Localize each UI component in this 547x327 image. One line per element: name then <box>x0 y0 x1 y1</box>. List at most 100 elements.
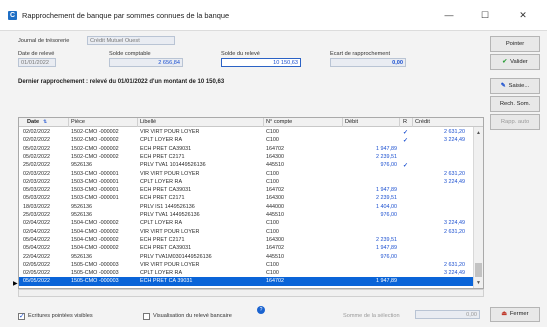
table-row[interactable]: 05/02/2022 1502-CMO -000002 ECH PRET C2171… <box>19 153 474 161</box>
rapp-auto-button[interactable]: Rapp. auto <box>490 114 540 130</box>
table-row[interactable]: 02/05/2022 1505-CMO -000003 VIR VIRT POUR … <box>19 261 474 269</box>
table-row[interactable]: 25/02/2022 9526136 PRLV TVA1 101449526136 4… <box>19 161 474 169</box>
valider-button[interactable]: ✔ Valider <box>490 54 540 70</box>
app-icon: C <box>8 11 17 20</box>
table-row[interactable]: 02/02/2022 1502-CMO -000002 VIR VIRT POUR … <box>19 128 474 136</box>
cell-date: 22/04/2022 <box>23 253 50 260</box>
cell-compte: 444000 <box>266 203 284 210</box>
grid-scrollbar[interactable]: ▲ ▼ <box>473 127 483 288</box>
cell-debit: 1 947,89 <box>376 278 397 285</box>
cell-libelle: ECH PRET CA39031 <box>140 245 192 252</box>
solde-releve-field[interactable]: 10 150,63 <box>221 58 301 67</box>
date-releve-label: Date de relevé <box>18 51 55 57</box>
cell-piece: 1503-CMO -000001 <box>71 170 119 177</box>
minimize-button[interactable]: — <box>436 8 462 22</box>
table-row[interactable]: 05/04/2022 1504-CMO -000002 ECH PRET C2171… <box>19 236 474 244</box>
transactions-grid[interactable]: Date ⇅ Pièce Libellé N° compte Débit R C… <box>18 117 484 289</box>
fermer-button[interactable]: ⏏ Fermer <box>490 307 540 322</box>
cell-piece: 9526136 <box>71 212 92 218</box>
col-credit[interactable]: Crédit <box>415 119 430 125</box>
scroll-down-icon[interactable]: ▼ <box>476 280 481 286</box>
table-row[interactable]: 02/05/2022 1505-CMO -000003 CPLT LOYER RA C… <box>19 269 474 277</box>
cell-compte: 164702 <box>266 245 284 252</box>
table-row[interactable]: 02/02/2022 1502-CMO -000002 CPLT LOYER RA C… <box>19 136 474 144</box>
table-row[interactable]: 22/04/2022 9526136 PRLV TVA1M0301449526136… <box>19 253 474 261</box>
cell-debit: 2 239,51 <box>376 236 397 243</box>
journal-label: Journal de trésorerie <box>18 38 70 44</box>
table-row[interactable]: 02/03/2022 1503-CMO -000001 VIR VIRT POUR … <box>19 170 474 178</box>
cell-compte: 164702 <box>266 278 284 285</box>
grid-hscrollbar[interactable] <box>18 289 484 297</box>
cell-r: ✓ <box>403 130 409 136</box>
cell-piece: 9526136 <box>71 203 92 210</box>
cell-compte: 164300 <box>266 195 284 202</box>
cell-piece: 1504-CMO -000002 <box>71 220 119 227</box>
cell-debit: 976,00 <box>380 253 398 260</box>
table-row[interactable]: 05/05/2022 1505-CMO -000003 ECH PRET CA 39… <box>19 277 474 286</box>
cell-piece: 9526136 <box>71 162 92 169</box>
cell-date: 25/03/2022 <box>23 212 50 218</box>
cell-libelle: PRLV TVA1 1449526136 <box>140 212 200 218</box>
cell-date: 05/03/2022 <box>23 195 50 202</box>
cell-credit: 3 224,49 <box>444 270 465 277</box>
scroll-thumb[interactable] <box>475 263 482 277</box>
cell-compte: C100 <box>266 220 279 227</box>
pen-icon: ✎ <box>500 83 506 89</box>
cell-piece: 1503-CMO -000001 <box>71 195 119 202</box>
cell-date: 02/05/2022 <box>23 261 50 268</box>
cell-debit: 2 239,51 <box>376 153 397 160</box>
table-row[interactable]: 02/04/2022 1504-CMO -000002 VIR VIRT POUR … <box>19 228 474 236</box>
scroll-up-icon[interactable]: ▲ <box>476 130 481 136</box>
date-releve-field[interactable]: 01/01/2022 <box>18 58 56 67</box>
table-row[interactable]: 18/03/2022 9526136 PRLV IS1 1449526136 4440… <box>19 203 474 211</box>
cell-libelle: PRLV IS1 1449526136 <box>140 203 195 210</box>
solde-comptable-label: Solde comptable <box>109 51 151 57</box>
cell-libelle: ECH PRET CA39031 <box>140 187 192 194</box>
info-icon[interactable]: ? <box>257 306 265 314</box>
table-row[interactable]: 05/03/2022 1503-CMO -000001 ECH PRET C2171… <box>19 194 474 202</box>
table-row[interactable]: 05/03/2022 1503-CMO -000001 ECH PRET CA390… <box>19 186 474 194</box>
col-r[interactable]: R <box>403 119 407 125</box>
table-row[interactable]: 25/03/2022 9526136 PRLV TVA1 1449526136 445… <box>19 211 474 219</box>
cell-credit: 3 224,49 <box>444 178 465 185</box>
saisie-button[interactable]: ✎ Saisie... <box>490 78 540 94</box>
cell-debit: 976,00 <box>380 162 398 169</box>
somme-selection-label: Somme de la sélection <box>343 313 400 319</box>
col-date[interactable]: Date <box>27 119 39 125</box>
col-debit[interactable]: Débit <box>345 119 358 125</box>
visualisation-checkbox[interactable] <box>143 313 150 320</box>
cell-piece: 1505-CMO -000003 <box>71 270 119 277</box>
rech-som-button[interactable]: Rech. Som. <box>490 96 540 112</box>
col-libelle[interactable]: Libellé <box>140 119 156 125</box>
col-piece[interactable]: Pièce <box>71 119 85 125</box>
table-row[interactable]: 02/04/2022 1504-CMO -000002 CPLT LOYER RA C… <box>19 219 474 227</box>
cell-compte: 164702 <box>266 187 284 194</box>
maximize-button[interactable]: ☐ <box>472 8 498 22</box>
cell-piece: 1503-CMO -000001 <box>71 178 119 185</box>
cell-libelle: ECH PRET CA39031 <box>140 145 192 152</box>
table-row[interactable]: 02/03/2022 1503-CMO -000001 CPLT LOYER RA C… <box>19 178 474 186</box>
cell-date: 02/03/2022 <box>23 170 50 177</box>
col-compte[interactable]: N° compte <box>266 119 292 125</box>
cell-compte: 445510 <box>266 212 284 218</box>
cell-piece: 1502-CMO -000002 <box>71 129 119 135</box>
solde-comptable-field: 2 656,84 <box>109 58 183 67</box>
table-row[interactable]: 05/04/2022 1504-CMO -000002 ECH PRET CA390… <box>19 244 474 252</box>
cell-compte: C100 <box>266 261 279 268</box>
journal-field[interactable]: Crédit Mutuel Ouest <box>87 36 175 45</box>
cell-date: 05/04/2022 <box>23 245 50 252</box>
cell-date: 02/02/2022 <box>23 137 50 144</box>
close-button[interactable]: ✕ <box>510 8 536 22</box>
sort-icon: ⇅ <box>43 119 48 125</box>
ecritures-checkbox[interactable] <box>18 312 25 320</box>
cell-credit: 2 631,20 <box>444 129 465 135</box>
somme-selection-field: 0,00 <box>415 310 480 319</box>
table-row[interactable]: 05/02/2022 1502-CMO -000002 ECH PRET CA390… <box>19 145 474 153</box>
solde-releve-label: Solde du relevé <box>221 51 260 57</box>
cell-libelle: ECH PRET CA 39031 <box>140 278 193 285</box>
cell-date: 02/02/2022 <box>23 129 50 135</box>
cell-credit: 3 224,49 <box>444 137 465 144</box>
pointer-button[interactable]: Pointer <box>490 36 540 52</box>
cell-debit: 2 239,51 <box>376 195 397 202</box>
cell-date: 02/03/2022 <box>23 178 50 185</box>
